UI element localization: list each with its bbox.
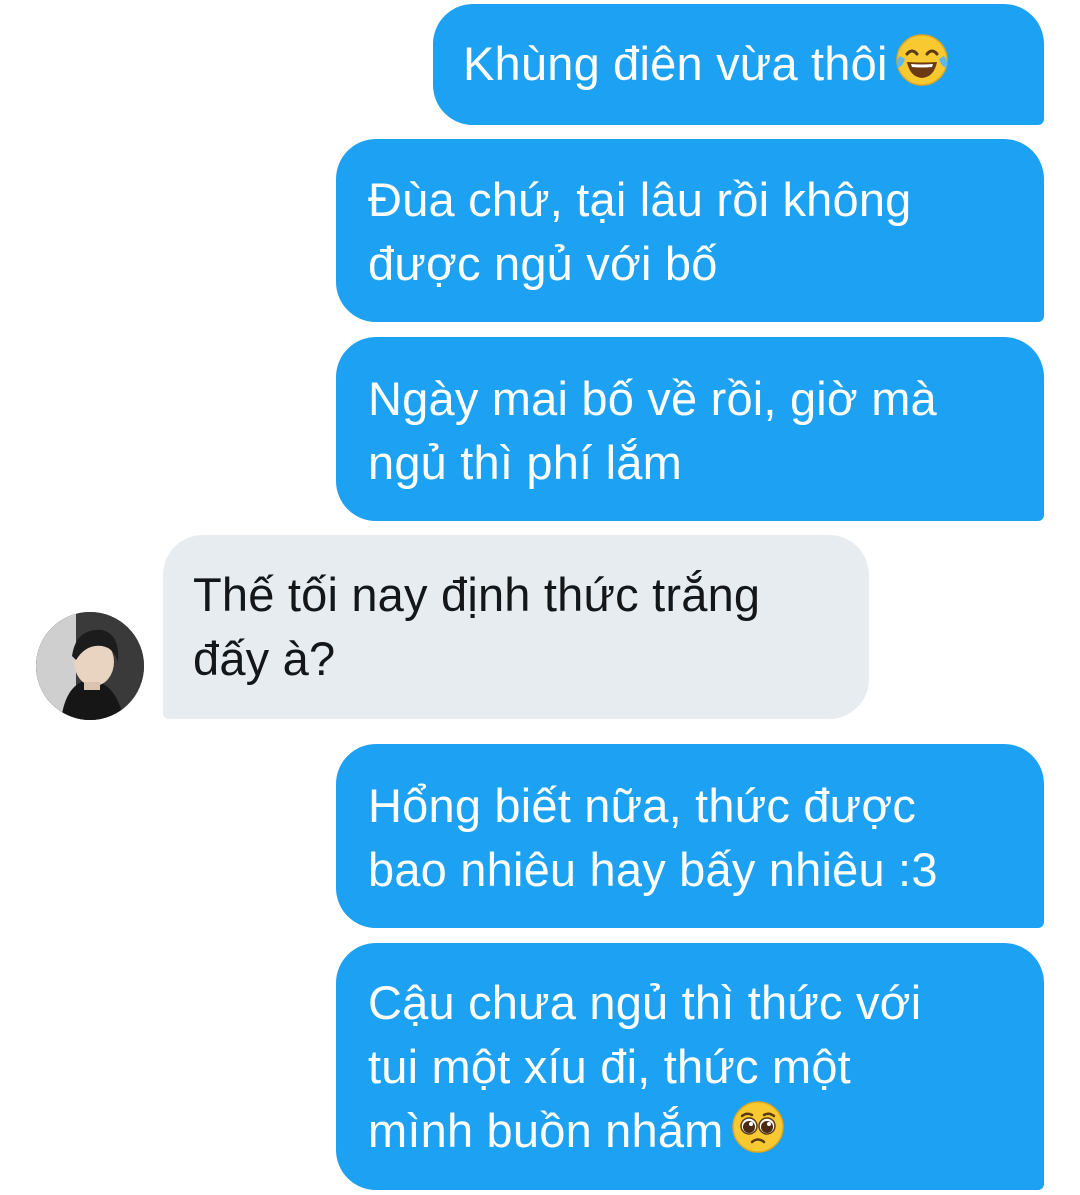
face-with-tears-of-joy-emoji [894, 32, 950, 88]
message-text-line: đấy à? [193, 632, 336, 685]
message-text-line: Đùa chứ, tại lâu rồi không [368, 173, 912, 226]
message-text-line: Cậu chưa ngủ thì thức với [368, 976, 922, 1029]
message-text-line: Hổng biết nữa, thức được [368, 779, 917, 832]
pleading-face-emoji [730, 1099, 786, 1155]
message-thread: Khùng điên vừa thôi Đùa chứ, tại lâu rồi… [0, 0, 1080, 1195]
message-text: Khùng điên vừa thôi [463, 37, 888, 90]
sent-message-bubble[interactable]: Ngày mai bố về rồi, giờ mà ngủ thì phí l… [336, 337, 1044, 521]
sent-message-bubble[interactable]: Khùng điên vừa thôi [433, 4, 1044, 125]
message-text-line: mình buồn nhắm [368, 1099, 1044, 1163]
message-text-line: Khùng điên vừa thôi [463, 32, 1044, 96]
message-text-line: tui một xíu đi, thức một [368, 1040, 851, 1093]
sent-message-bubble[interactable]: Cậu chưa ngủ thì thức với tui một xíu đi… [336, 943, 1044, 1190]
contact-avatar[interactable] [36, 612, 144, 720]
message-text-line: được ngủ với bố [368, 237, 718, 290]
message-text-line: Thế tối nay định thức trắng [193, 568, 761, 621]
message-text-line: bao nhiêu hay bấy nhiêu :3 [368, 843, 938, 896]
received-message-bubble[interactable]: Thế tối nay định thức trắng đấy à? [163, 535, 869, 719]
message-text-line: ngủ thì phí lắm [368, 436, 682, 489]
sent-message-bubble[interactable]: Đùa chứ, tại lâu rồi không được ngủ với … [336, 139, 1044, 322]
sent-message-bubble[interactable]: Hổng biết nữa, thức được bao nhiêu hay b… [336, 744, 1044, 928]
message-text: mình buồn nhắm [368, 1104, 724, 1157]
message-text-line: Ngày mai bố về rồi, giờ mà [368, 372, 937, 425]
